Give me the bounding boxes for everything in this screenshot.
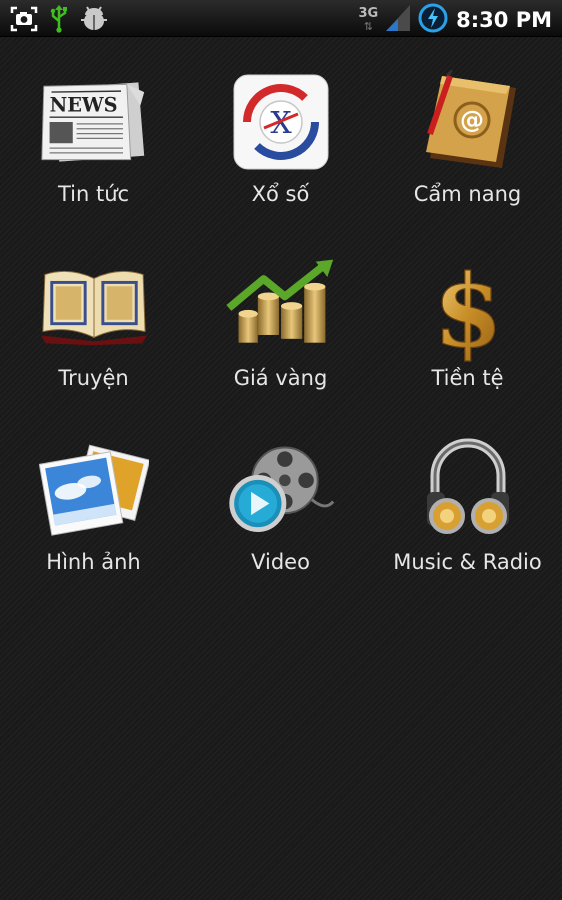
app-music-radio[interactable]: Music & Radio: [374, 438, 561, 622]
app-label: Cẩm nang: [413, 182, 522, 206]
app-tien-te[interactable]: $ Tiền tệ: [374, 251, 561, 438]
network-type-indicator: 3G ⇅: [358, 7, 378, 33]
data-activity-icon: ⇅: [363, 20, 373, 33]
status-right-icons: 3G ⇅ 8:30 PM: [358, 3, 552, 37]
app-cam-nang[interactable]: @ Cẩm nang: [374, 70, 561, 254]
gold-coins-chart-icon: [225, 254, 337, 358]
app-grid: NEWS Tin tức X Xổ số @ Cẩm nang Truyện G…: [0, 70, 562, 622]
battery-charging-icon: [418, 3, 448, 37]
network-type-label: 3G: [358, 6, 379, 21]
dollar-sign-icon: $: [412, 251, 524, 362]
usb-icon: [50, 5, 68, 37]
app-label: Video: [251, 550, 310, 574]
status-left-icons: [10, 5, 108, 37]
app-label: Truyện: [58, 366, 129, 390]
svg-text:@: @: [460, 106, 484, 134]
app-label: Tin tức: [57, 182, 130, 206]
app-hinh-anh[interactable]: Hình ảnh: [0, 438, 187, 622]
open-book-icon: [38, 254, 150, 358]
app-label: Music & Radio: [393, 550, 542, 574]
app-video[interactable]: Video: [187, 438, 374, 622]
status-bar: 3G ⇅ 8:30 PM: [0, 0, 562, 37]
svg-text:$: $: [433, 252, 503, 362]
newspaper-icon: NEWS: [38, 70, 150, 174]
app-label: Giá vàng: [233, 366, 328, 390]
app-gia-vang[interactable]: Giá vàng: [187, 254, 374, 438]
film-reel-icon: [225, 438, 337, 542]
signal-strength-icon: [386, 5, 411, 35]
app-xo-so[interactable]: X Xổ số: [187, 70, 374, 254]
app-label: Tiền tệ: [431, 366, 504, 390]
lottery-x-icon: X: [225, 70, 337, 174]
address-book-icon: @: [412, 70, 524, 174]
headphones-icon: [412, 438, 524, 542]
screenshot-icon: [10, 6, 38, 36]
app-tin-tuc[interactable]: NEWS Tin tức: [0, 70, 187, 254]
photos-icon: [38, 438, 150, 542]
status-time: 8:30 PM: [456, 8, 552, 32]
debug-bug-icon: [80, 6, 108, 36]
app-truyen[interactable]: Truyện: [0, 254, 187, 438]
app-label: Hình ảnh: [46, 550, 141, 574]
app-label: Xổ số: [251, 182, 310, 206]
news-masthead-text: NEWS: [49, 93, 117, 116]
